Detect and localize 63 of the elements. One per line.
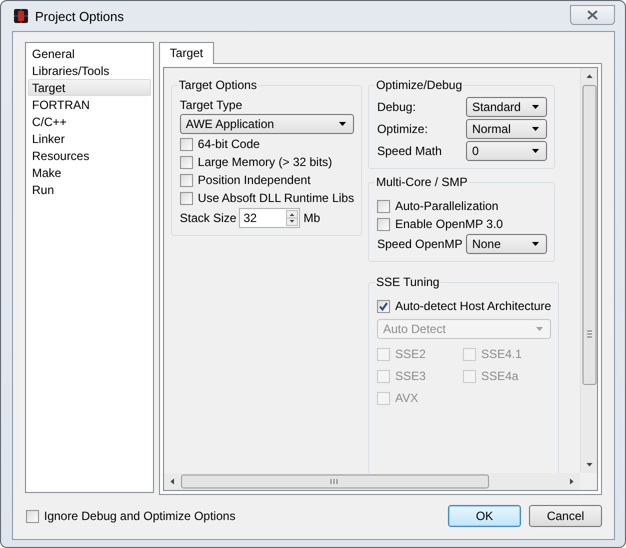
checkbox-label: Auto-detect Host Architecture	[395, 299, 552, 313]
checkbox-label: Position Independent	[198, 173, 311, 187]
horizontal-scrollbar[interactable]	[164, 473, 580, 490]
checkbox-label: Auto-Parallelization	[395, 199, 498, 213]
sidebar-item[interactable]: Libraries/Tools	[28, 62, 151, 79]
checkbox-label: Large Memory (> 32 bits)	[198, 155, 332, 169]
checkbox[interactable]	[180, 156, 193, 168]
checkbox[interactable]	[180, 174, 193, 186]
unit-label: Mb	[303, 211, 320, 225]
dropdown[interactable]: Standard	[466, 97, 548, 117]
field-label: Debug:	[377, 100, 416, 114]
checkbox-label: SSE4a	[481, 369, 518, 383]
dropdown-arrow-icon	[532, 148, 540, 154]
dropdown[interactable]: 0	[466, 141, 548, 161]
app-icon	[13, 8, 29, 24]
checkbox-label: SSE4.1	[481, 347, 522, 361]
checkbox-label: AVX	[395, 391, 418, 405]
dropdown[interactable]: Normal	[466, 119, 548, 139]
group-title: Target Options	[178, 78, 258, 92]
checkbox-label: SSE2	[395, 347, 426, 361]
vertical-scrollbar[interactable]	[580, 68, 597, 473]
checkbox[interactable]	[377, 200, 390, 212]
sidebar-item[interactable]: Linker	[28, 130, 151, 147]
dropdown-arrow-icon	[339, 122, 348, 126]
tab[interactable]: Target	[158, 42, 214, 64]
field-label: Target Type	[180, 97, 244, 114]
field-label: Stack Size	[180, 211, 236, 225]
checkbox-label: Ignore Debug and Optimize Options	[44, 509, 236, 523]
group-title: Multi-Core / SMP	[375, 175, 468, 189]
sidebar-item[interactable]: Make	[28, 164, 151, 181]
group-title: Optimize/Debug	[375, 78, 464, 92]
checkbox[interactable]	[26, 510, 39, 522]
sidebar-item[interactable]: General	[28, 45, 151, 62]
dropdown-arrow-icon	[532, 104, 540, 110]
dropdown[interactable]: None	[466, 234, 548, 254]
dialog-button[interactable]: Cancel	[529, 505, 602, 527]
checkbox[interactable]	[180, 138, 193, 150]
sidebar-item[interactable]: C/C++	[28, 113, 151, 130]
checkbox-label: SSE3	[395, 369, 426, 383]
checkbox-label: Use Absoft DLL Runtime Libs	[198, 191, 354, 205]
checkbox[interactable]	[377, 218, 390, 230]
checkbox[interactable]	[377, 300, 390, 312]
close-icon	[587, 10, 598, 20]
field-label: Speed Math	[377, 144, 442, 158]
checkbox[interactable]	[180, 192, 193, 204]
window-title: Project Options	[35, 8, 124, 24]
sidebar-item[interactable]: Run	[28, 181, 151, 198]
checkbox-label: Enable OpenMP 3.0	[395, 217, 503, 231]
dropdown-arrow-icon	[532, 126, 540, 132]
target-type-dropdown[interactable]: AWE Application	[180, 114, 354, 134]
stack-size-spinbox[interactable]: 32	[239, 208, 300, 228]
dropdown-arrow-icon	[532, 242, 540, 246]
spin-arrows-icon	[286, 210, 298, 226]
field-label: Optimize:	[377, 122, 428, 136]
sidebar-item[interactable]: FORTRAN	[28, 96, 151, 113]
sidebar-item[interactable]: Target	[28, 79, 151, 96]
field-label: Speed OpenMP	[377, 237, 462, 251]
sidebar-item[interactable]: Resources	[28, 147, 151, 164]
group-title: SSE Tuning	[375, 275, 440, 289]
checkbox-label: 64-bit Code	[198, 137, 260, 151]
dialog-button[interactable]: OK	[448, 505, 521, 527]
close-button[interactable]	[570, 5, 615, 25]
dropdown-arrow-icon	[536, 326, 544, 332]
